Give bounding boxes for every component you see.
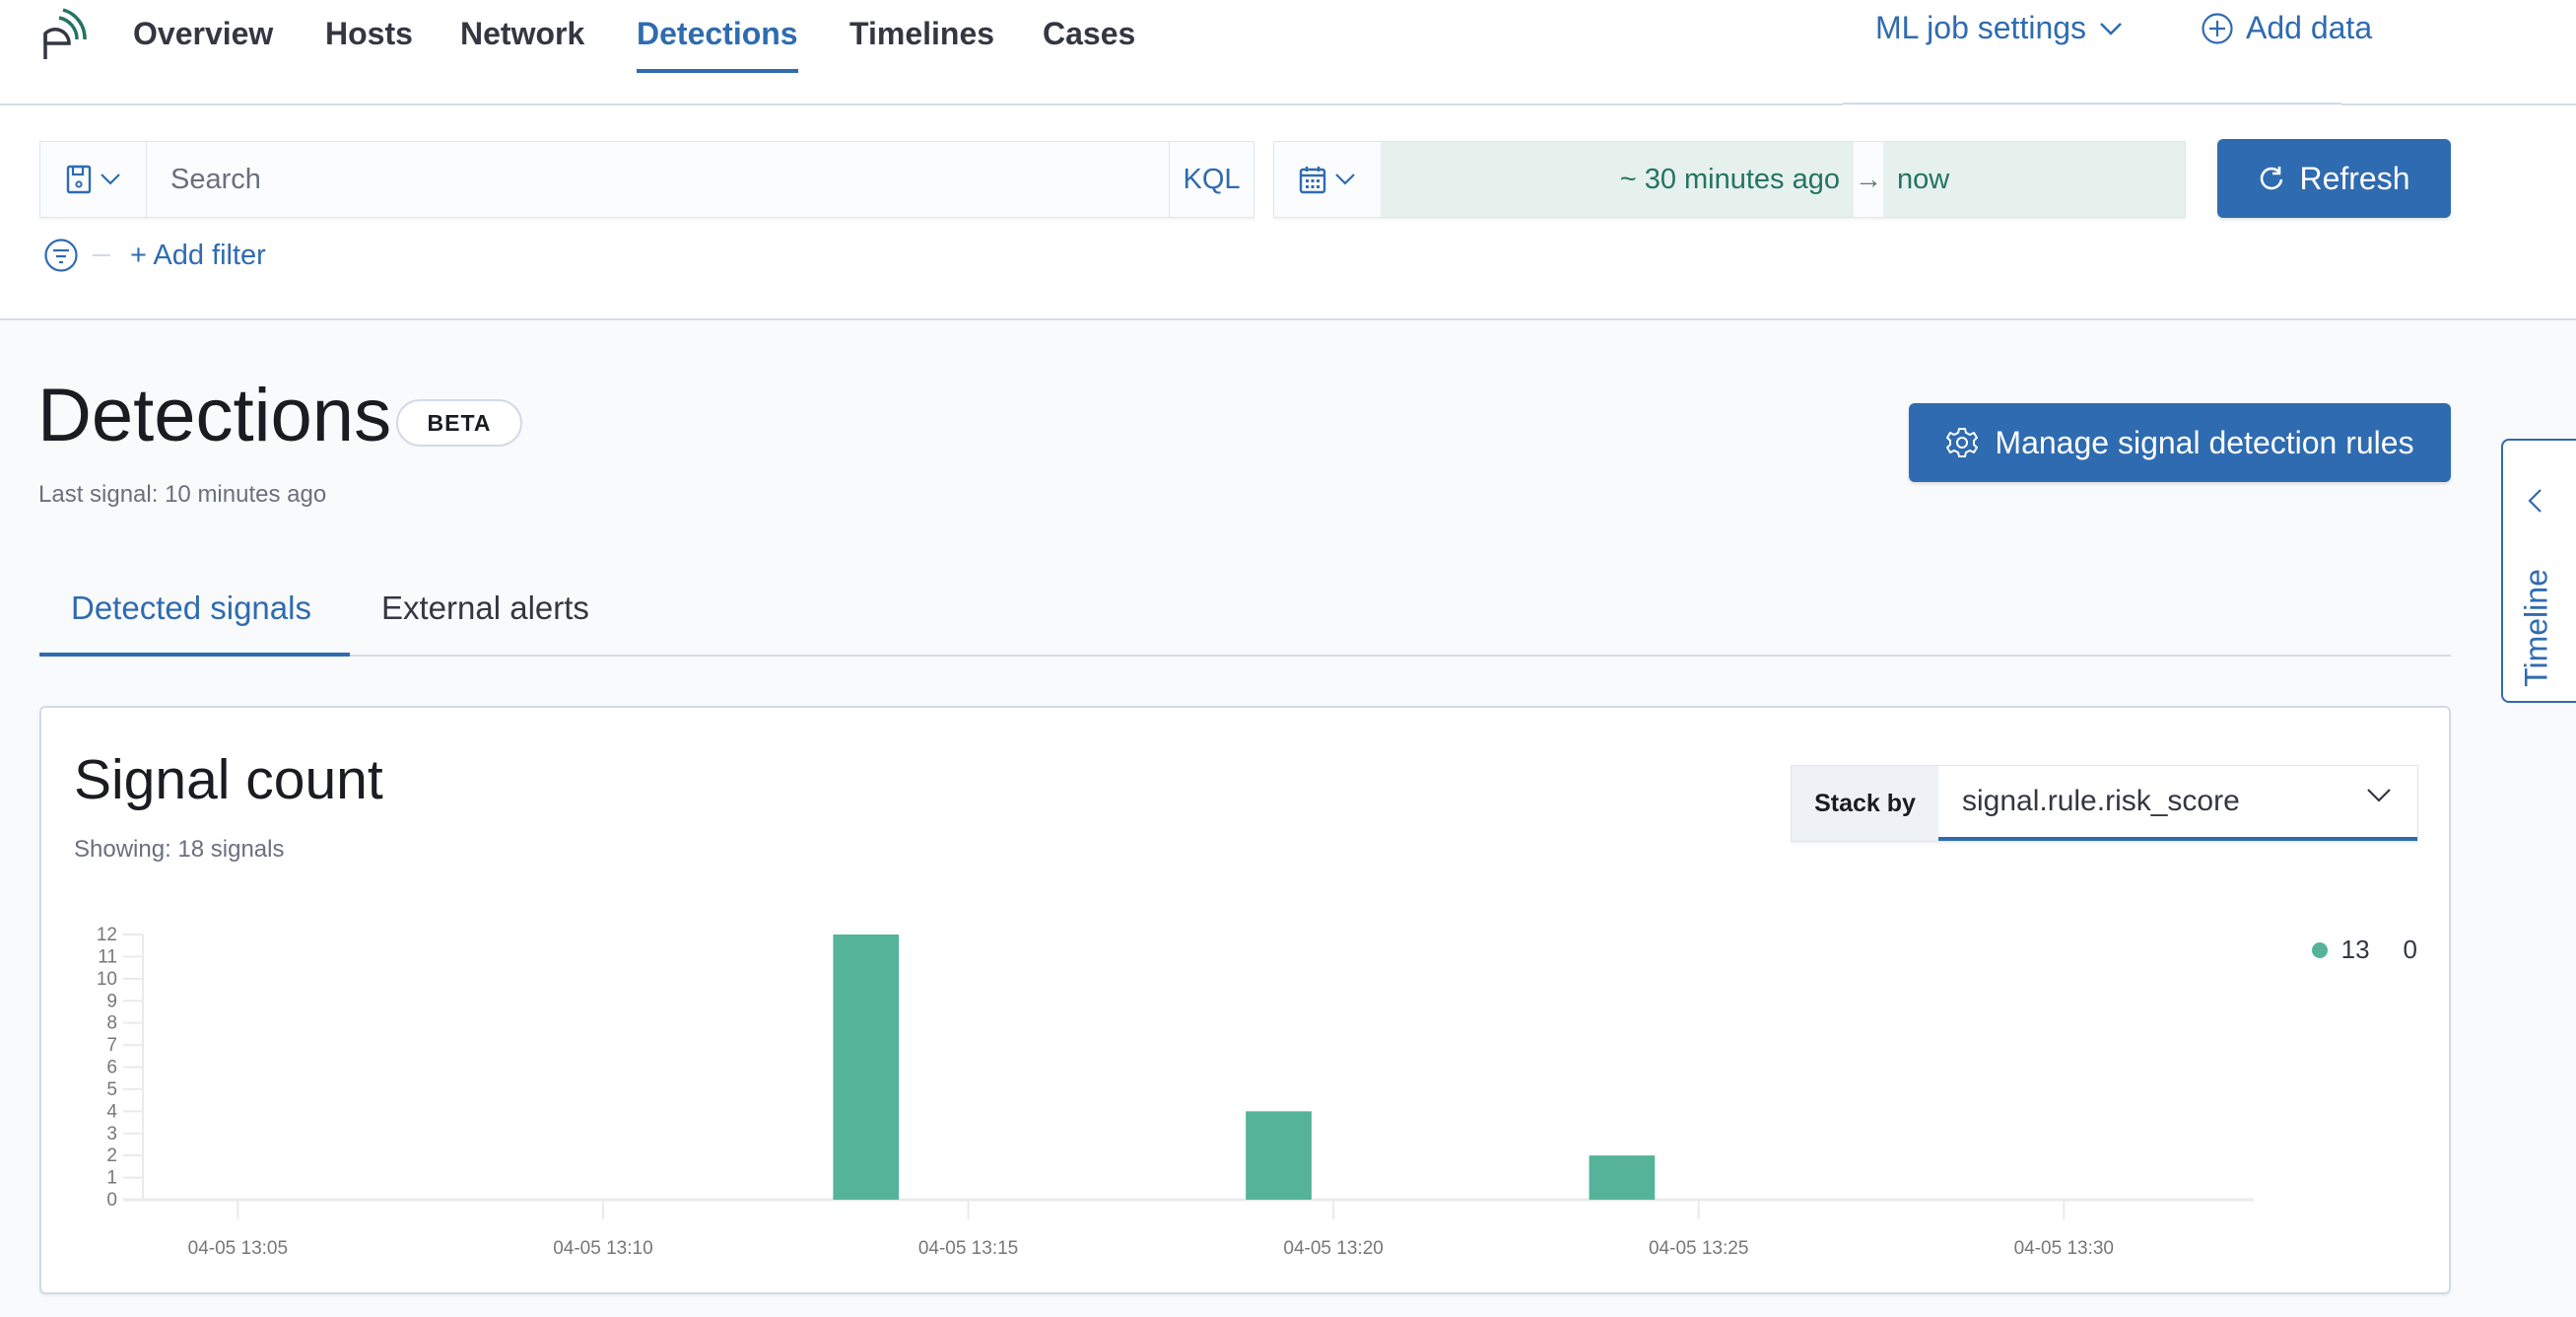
y-tick-label: 10 [97,969,117,990]
page-title: Detections [37,374,392,457]
y-tick-label: 3 [106,1124,117,1144]
save-icon [66,165,91,194]
top-nav: Overview Hosts Network Detections Timeli… [0,0,2576,108]
filter-row: + Add filter [43,238,266,273]
refresh-button[interactable]: Refresh [2217,139,2451,218]
y-tick-label: 0 [106,1190,117,1211]
tab-detected-signals[interactable]: Detected signals [39,572,350,657]
bar [1246,1111,1312,1200]
siem-logo-icon[interactable] [35,8,91,61]
kql-language-toggle[interactable]: KQL [1169,142,1254,217]
bar [833,935,900,1200]
search-bar: KQL [39,141,1254,218]
chevron-down-icon [2367,789,2391,802]
manage-signal-detection-rules-button[interactable]: Manage signal detection rules [1909,403,2451,482]
showing-count: Showing: 18 signals [74,836,285,863]
plus-circle-icon [2202,12,2233,44]
chevron-down-icon [100,173,120,185]
ml-job-settings-label: ML job settings [1875,10,2087,45]
y-tick-label: 4 [106,1101,117,1122]
x-tick-label: 04-05 13:20 [1283,1238,1383,1259]
y-tick-label: 12 [97,925,117,945]
nav-tab-hosts[interactable]: Hosts [325,12,413,73]
add-data-label: Add data [2246,10,2373,45]
refresh-label: Refresh [2299,160,2410,196]
legend-label: 13 [2340,935,2370,964]
x-tick-label: 04-05 13:15 [918,1238,1018,1259]
panel-title: Signal count [74,748,383,811]
query-bar: KQL ~ 30 minutes ago → now Refresh + Add… [0,105,2576,320]
y-tick-label: 6 [106,1058,117,1078]
last-signal-text: Last signal: 10 minutes ago [38,481,327,508]
y-tick-label: 11 [98,946,117,967]
add-filter-button[interactable]: + Add filter [130,240,266,272]
tab-external-alerts[interactable]: External alerts [350,572,621,657]
x-tick-label: 04-05 13:30 [2014,1238,2114,1259]
stack-by-value: signal.rule.risk_score [1962,785,2240,817]
timeline-flyout-button[interactable]: Timeline [2501,439,2576,703]
chevron-left-icon [2528,489,2542,513]
quick-select-button[interactable] [1274,142,1381,217]
filter-options-icon[interactable] [43,238,79,273]
nav-tab-detections[interactable]: Detections [637,12,798,73]
y-tick-label: 1 [106,1168,117,1189]
stack-by-control: Stack by signal.rule.risk_score [1791,765,2418,842]
gear-icon [1946,428,1979,457]
manage-rules-label: Manage signal detection rules [1995,424,2414,460]
x-tick-label: 04-05 13:25 [1649,1238,1748,1259]
x-tick-label: 04-05 13:10 [553,1238,652,1259]
y-tick-label: 7 [106,1035,117,1056]
stack-by-label: Stack by [1792,766,1938,841]
date-picker: ~ 30 minutes ago → now [1273,141,2186,218]
detection-tabs: Detected signals External alerts [39,572,2451,657]
nav-tab-cases[interactable]: Cases [1043,12,1135,73]
add-data-button[interactable]: Add data [2201,10,2372,46]
search-input[interactable] [147,142,1169,217]
x-tick-label: 04-05 13:05 [188,1238,288,1259]
arrow-right-icon: → [1854,142,1883,217]
nav-tab-timelines[interactable]: Timelines [849,12,994,73]
saved-query-button[interactable] [40,142,147,217]
calendar-icon [1299,167,1326,194]
legend-color-dot [2311,941,2328,958]
timeline-flyout-label: Timeline [2518,569,2554,687]
chevron-down-icon [1335,173,1355,185]
filter-divider [93,254,110,256]
refresh-icon [2261,167,2283,190]
nav-tab-network[interactable]: Network [460,12,584,73]
signal-count-panel: 0 1 2 3 4 5 6 7 8 9 10 11 12 04-05 13:05 04-05 13:10 04… [39,706,2451,1294]
y-tick-label: 2 [106,1145,117,1166]
chevron-down-icon [2100,22,2122,35]
bar [1589,1155,1656,1200]
y-tick-label: 9 [106,991,117,1011]
stack-by-select[interactable]: signal.rule.risk_score [1938,766,2417,841]
chart-legend-item[interactable]: 13 0 [2311,935,2417,965]
y-tick-label: 5 [106,1079,117,1100]
date-start[interactable]: ~ 30 minutes ago [1381,164,1854,196]
beta-badge: BETA [396,399,522,447]
legend-value: 0 [2403,935,2417,964]
y-tick-label: 8 [106,1013,117,1034]
ml-job-settings-button[interactable]: ML job settings [1875,10,2124,46]
date-end[interactable]: now [1883,164,2185,196]
nav-tab-overview[interactable]: Overview [133,12,273,73]
